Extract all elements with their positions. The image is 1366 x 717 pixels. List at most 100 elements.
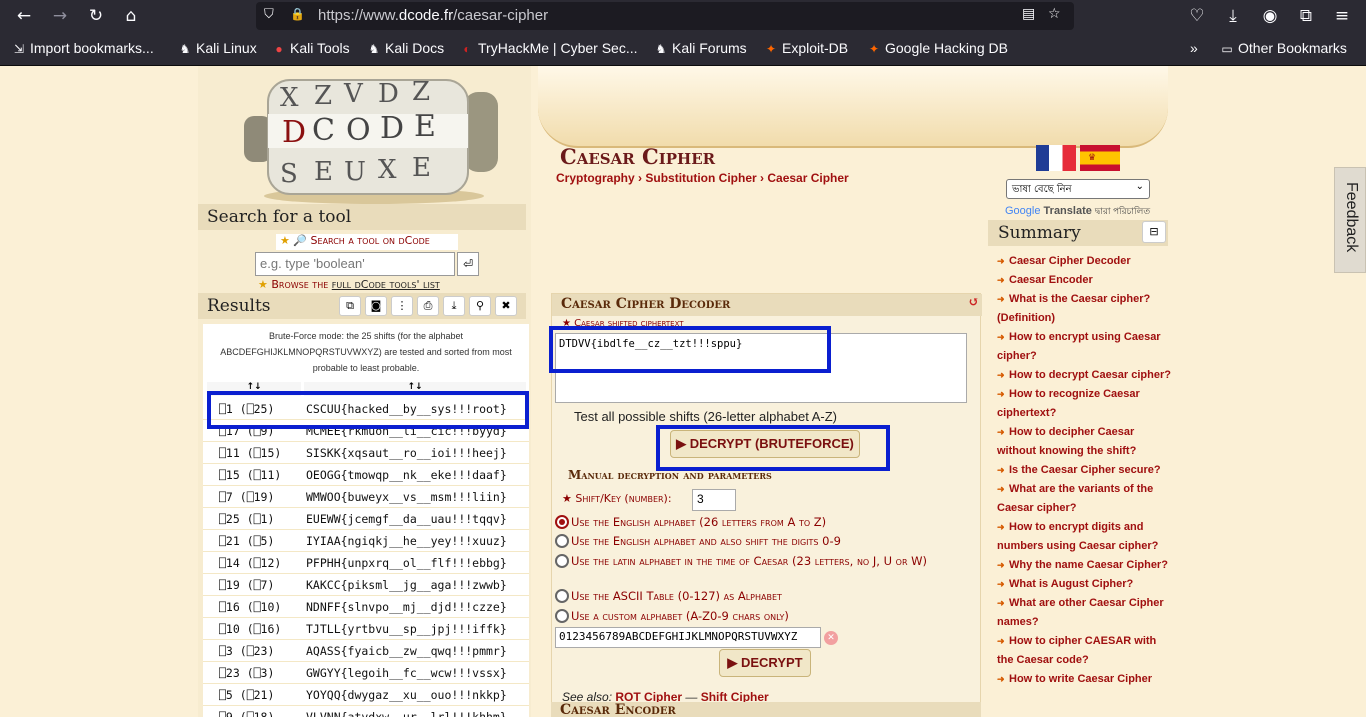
print-icon[interactable]: ⎙ <box>417 296 439 316</box>
result-plaintext[interactable]: YOYQQ{dwygaz__xu__ouo!!!nkkp} <box>306 688 507 702</box>
address-bar[interactable]: ⛉ 🔒 https://www.dcode.fr/caesar-cipher ▤… <box>256 2 1074 30</box>
summary-item[interactable]: ➜ How to recognize Caesar ciphertext? <box>997 385 1172 423</box>
downloads-icon[interactable]: ⤓ <box>1221 4 1245 28</box>
summary-item[interactable]: ➜ Why the name Caesar Cipher? <box>997 556 1172 575</box>
screenshot-icon[interactable]: ◙ <box>365 296 387 316</box>
reset-icon[interactable]: ↺ <box>968 295 979 310</box>
summary-item[interactable]: ➜ How to encrypt using Caesar cipher? <box>997 328 1172 366</box>
breadcrumb-caesar-cipher[interactable]: Caesar Cipher <box>767 171 848 185</box>
result-plaintext[interactable]: OEOGG{tmowqp__nk__eke!!!daaf} <box>306 468 507 482</box>
browse-tools-link[interactable]: ★ Browse the full dCode tools' list <box>258 278 488 294</box>
result-row[interactable]: ⎕5 (⎕21) YOYQQ{dwygaz__xu__ouo!!!nkkp} <box>203 684 529 706</box>
search-submit-icon[interactable]: ⏎ <box>457 252 479 276</box>
lock-icon[interactable]: 🔒 <box>290 7 305 21</box>
summary-item[interactable]: ➜ What is the Caesar cipher? (Definition) <box>997 290 1172 328</box>
result-plaintext[interactable]: KAKCC{piksml__jg__aga!!!zwwb} <box>306 578 507 592</box>
dcode-logo[interactable]: XZVDZ SEUXE D C O D E <box>234 70 502 204</box>
copy-icon[interactable]: ⧉ <box>339 296 361 316</box>
breadcrumb-cryptography[interactable]: Cryptography <box>556 171 635 185</box>
google-translate-credit[interactable]: Google Translate দ্বারা পরিচালিত <box>1005 204 1150 219</box>
pin-icon[interactable]: ⚲ <box>469 296 491 316</box>
result-row[interactable]: ⎕19 (⎕7) KAKCC{piksml__jg__aga!!!zwwb} <box>203 574 529 596</box>
result-row[interactable]: ⎕9 (⎕18) VLVNN{atvdxw__ur__lrl!!!khhm} <box>203 706 529 717</box>
option-custom-alphabet[interactable]: Use a custom alphabet (A-Z0-9 chars only… <box>555 607 975 626</box>
back-icon[interactable]: ← <box>12 4 36 28</box>
result-row[interactable]: ⎕14 (⎕12) PFPHH{unpxrq__ol__flf!!!ebbg} <box>203 552 529 574</box>
vertical-dots-icon[interactable]: ⋮ <box>391 296 413 316</box>
reader-view-icon[interactable]: ▤ <box>1022 6 1035 22</box>
forward-icon[interactable]: → <box>48 4 72 28</box>
option-english-digits[interactable]: Use the English alphabet and also shift … <box>555 532 975 551</box>
result-plaintext[interactable]: IYIAA{ngiqkj__he__yey!!!xuuz} <box>306 534 507 548</box>
bookmark-google-hacking-db[interactable]: ✦ Google Hacking DB <box>867 40 1008 56</box>
summary-item[interactable]: ➜ How to cipher CAESAR with the Caesar co… <box>997 632 1172 670</box>
pocket-icon[interactable]: ♡ <box>1185 4 1209 28</box>
summary-item[interactable]: ➜ How to decrypt Caesar cipher? <box>997 366 1172 385</box>
summary-collapse-icon[interactable]: ⊟ <box>1142 221 1166 243</box>
bookmark-kali-docs[interactable]: ♞ Kali Docs <box>367 40 445 56</box>
reload-icon[interactable]: ↻ <box>84 4 108 28</box>
result-plaintext[interactable]: NDNFF{slnvpo__mj__djd!!!czze} <box>306 600 507 614</box>
extensions-icon[interactable]: ⧉ <box>1294 4 1318 28</box>
feedback-tab[interactable]: Feedback <box>1334 167 1366 273</box>
radio-ascii-table[interactable] <box>555 589 569 603</box>
result-row[interactable]: ⎕15 (⎕11) OEOGG{tmowqp__nk__eke!!!daaf} <box>203 464 529 486</box>
shift-key-input[interactable]: 3 <box>692 489 736 511</box>
bookmark-tryhackme[interactable]: ◐ TryHackMe | Cyber Sec... <box>460 40 637 56</box>
bookmark-kali-forums[interactable]: ♞ Kali Forums <box>654 40 747 56</box>
result-plaintext[interactable]: AQASS{fyaicb__zw__qwq!!!pmmr} <box>306 644 507 658</box>
account-icon[interactable]: ◉ <box>1258 4 1282 28</box>
clear-alphabet-icon[interactable]: ✕ <box>824 631 838 645</box>
radio-latin-alphabet[interactable] <box>555 554 569 568</box>
browse-link-text[interactable]: full dCode tools' list <box>332 278 440 291</box>
summary-item[interactable]: ➜ How to decipher Caesar without knowing … <box>997 423 1172 461</box>
result-row[interactable]: ⎕25 (⎕1) EUEWW{jcemgf__da__uau!!!tqqv} <box>203 508 529 530</box>
result-row[interactable]: ⎕3 (⎕23) AQASS{fyaicb__zw__qwq!!!pmmr} <box>203 640 529 662</box>
summary-item[interactable]: ➜ What are other Caesar Cipher names? <box>997 594 1172 632</box>
french-flag-icon[interactable] <box>1036 145 1076 171</box>
result-plaintext[interactable]: SISKK{xqsaut__ro__ioi!!!heej} <box>306 446 507 460</box>
summary-item[interactable]: ➜ Is the Caesar Cipher secure? <box>997 461 1172 480</box>
language-select[interactable]: ভাষা বেছে নিন ⌄ <box>1006 179 1150 199</box>
result-row[interactable]: ⎕11 (⎕15) SISKK{xqsaut__ro__ioi!!!heej} <box>203 442 529 464</box>
radio-english-alphabet[interactable] <box>555 515 569 529</box>
summary-item[interactable]: ➜ Caesar Encoder <box>997 271 1172 290</box>
bookmark-star-icon[interactable]: ☆ <box>1048 6 1061 22</box>
result-plaintext[interactable]: TJTLL{yrtbvu__sp__jpj!!!iffk} <box>306 622 507 636</box>
option-english-alphabet[interactable]: Use the English alphabet (26 letters fro… <box>555 513 975 532</box>
bookmark-import[interactable]: ⇲ Import bookmarks... <box>12 40 154 56</box>
close-icon[interactable]: ✖ <box>495 296 517 316</box>
decrypt-button[interactable]: ▶ DECRYPT <box>719 649 811 677</box>
result-row[interactable]: ⎕23 (⎕3) GWGYY{legoih__fc__wcw!!!vssx} <box>203 662 529 684</box>
summary-item[interactable]: ➜ How to write Caesar Cipher <box>997 670 1172 689</box>
result-row[interactable]: ⎕10 (⎕16) TJTLL{yrtbvu__sp__jpj!!!iffk} <box>203 618 529 640</box>
download-icon[interactable]: ⤓ <box>443 296 465 316</box>
bookmark-exploit-db[interactable]: ✦ Exploit-DB <box>764 40 848 56</box>
radio-english-digits[interactable] <box>555 534 569 548</box>
summary-item[interactable]: ➜ What is August Cipher? <box>997 575 1172 594</box>
other-bookmarks[interactable]: ▭ Other Bookmarks <box>1220 40 1347 56</box>
result-plaintext[interactable]: GWGYY{legoih__fc__wcw!!!vssx} <box>306 666 507 680</box>
menu-icon[interactable]: ≡ <box>1330 4 1354 28</box>
result-plaintext[interactable]: EUEWW{jcemgf__da__uau!!!tqqv} <box>306 512 507 526</box>
spanish-flag-icon[interactable]: ♛ <box>1080 145 1120 171</box>
shield-icon[interactable]: ⛉ <box>264 7 274 22</box>
home-icon[interactable]: ⌂ <box>119 4 143 28</box>
result-plaintext[interactable]: WMWOO{buweyx__vs__msm!!!liin} <box>306 490 507 504</box>
option-latin-alphabet[interactable]: Use the latin alphabet in the time of Ca… <box>555 552 975 571</box>
search-input[interactable]: e.g. type 'boolean' <box>255 252 455 276</box>
breadcrumb-substitution-cipher[interactable]: Substitution Cipher <box>645 171 756 185</box>
result-plaintext[interactable]: PFPHH{unpxrq__ol__flf!!!ebbg} <box>306 556 507 570</box>
radio-custom-alphabet[interactable] <box>555 609 569 623</box>
summary-item[interactable]: ➜ How to encrypt digits and numbers using… <box>997 518 1172 556</box>
option-ascii-table[interactable]: Use the ASCII Table (0-127) as Alphabet <box>555 587 975 606</box>
custom-alphabet-input[interactable]: 0123456789ABCDEFGHIJKLMNOPQRSTUVWXYZ <box>555 627 821 648</box>
result-row[interactable]: ⎕21 (⎕5) IYIAA{ngiqkj__he__yey!!!xuuz} <box>203 530 529 552</box>
bookmarks-overflow-icon[interactable]: » <box>1190 40 1198 56</box>
url-text[interactable]: https://www.dcode.fr/caesar-cipher <box>318 7 548 24</box>
bookmark-kali-tools[interactable]: ● Kali Tools <box>272 40 349 56</box>
result-plaintext[interactable]: VLVNN{atvdxw__ur__lrl!!!khhm} <box>306 710 507 717</box>
result-row[interactable]: ⎕7 (⎕19) WMWOO{buweyx__vs__msm!!!liin} <box>203 486 529 508</box>
result-row[interactable]: ⎕16 (⎕10) NDNFF{slnvpo__mj__djd!!!czze} <box>203 596 529 618</box>
bookmark-kali-linux[interactable]: ♞ Kali Linux <box>178 40 257 56</box>
